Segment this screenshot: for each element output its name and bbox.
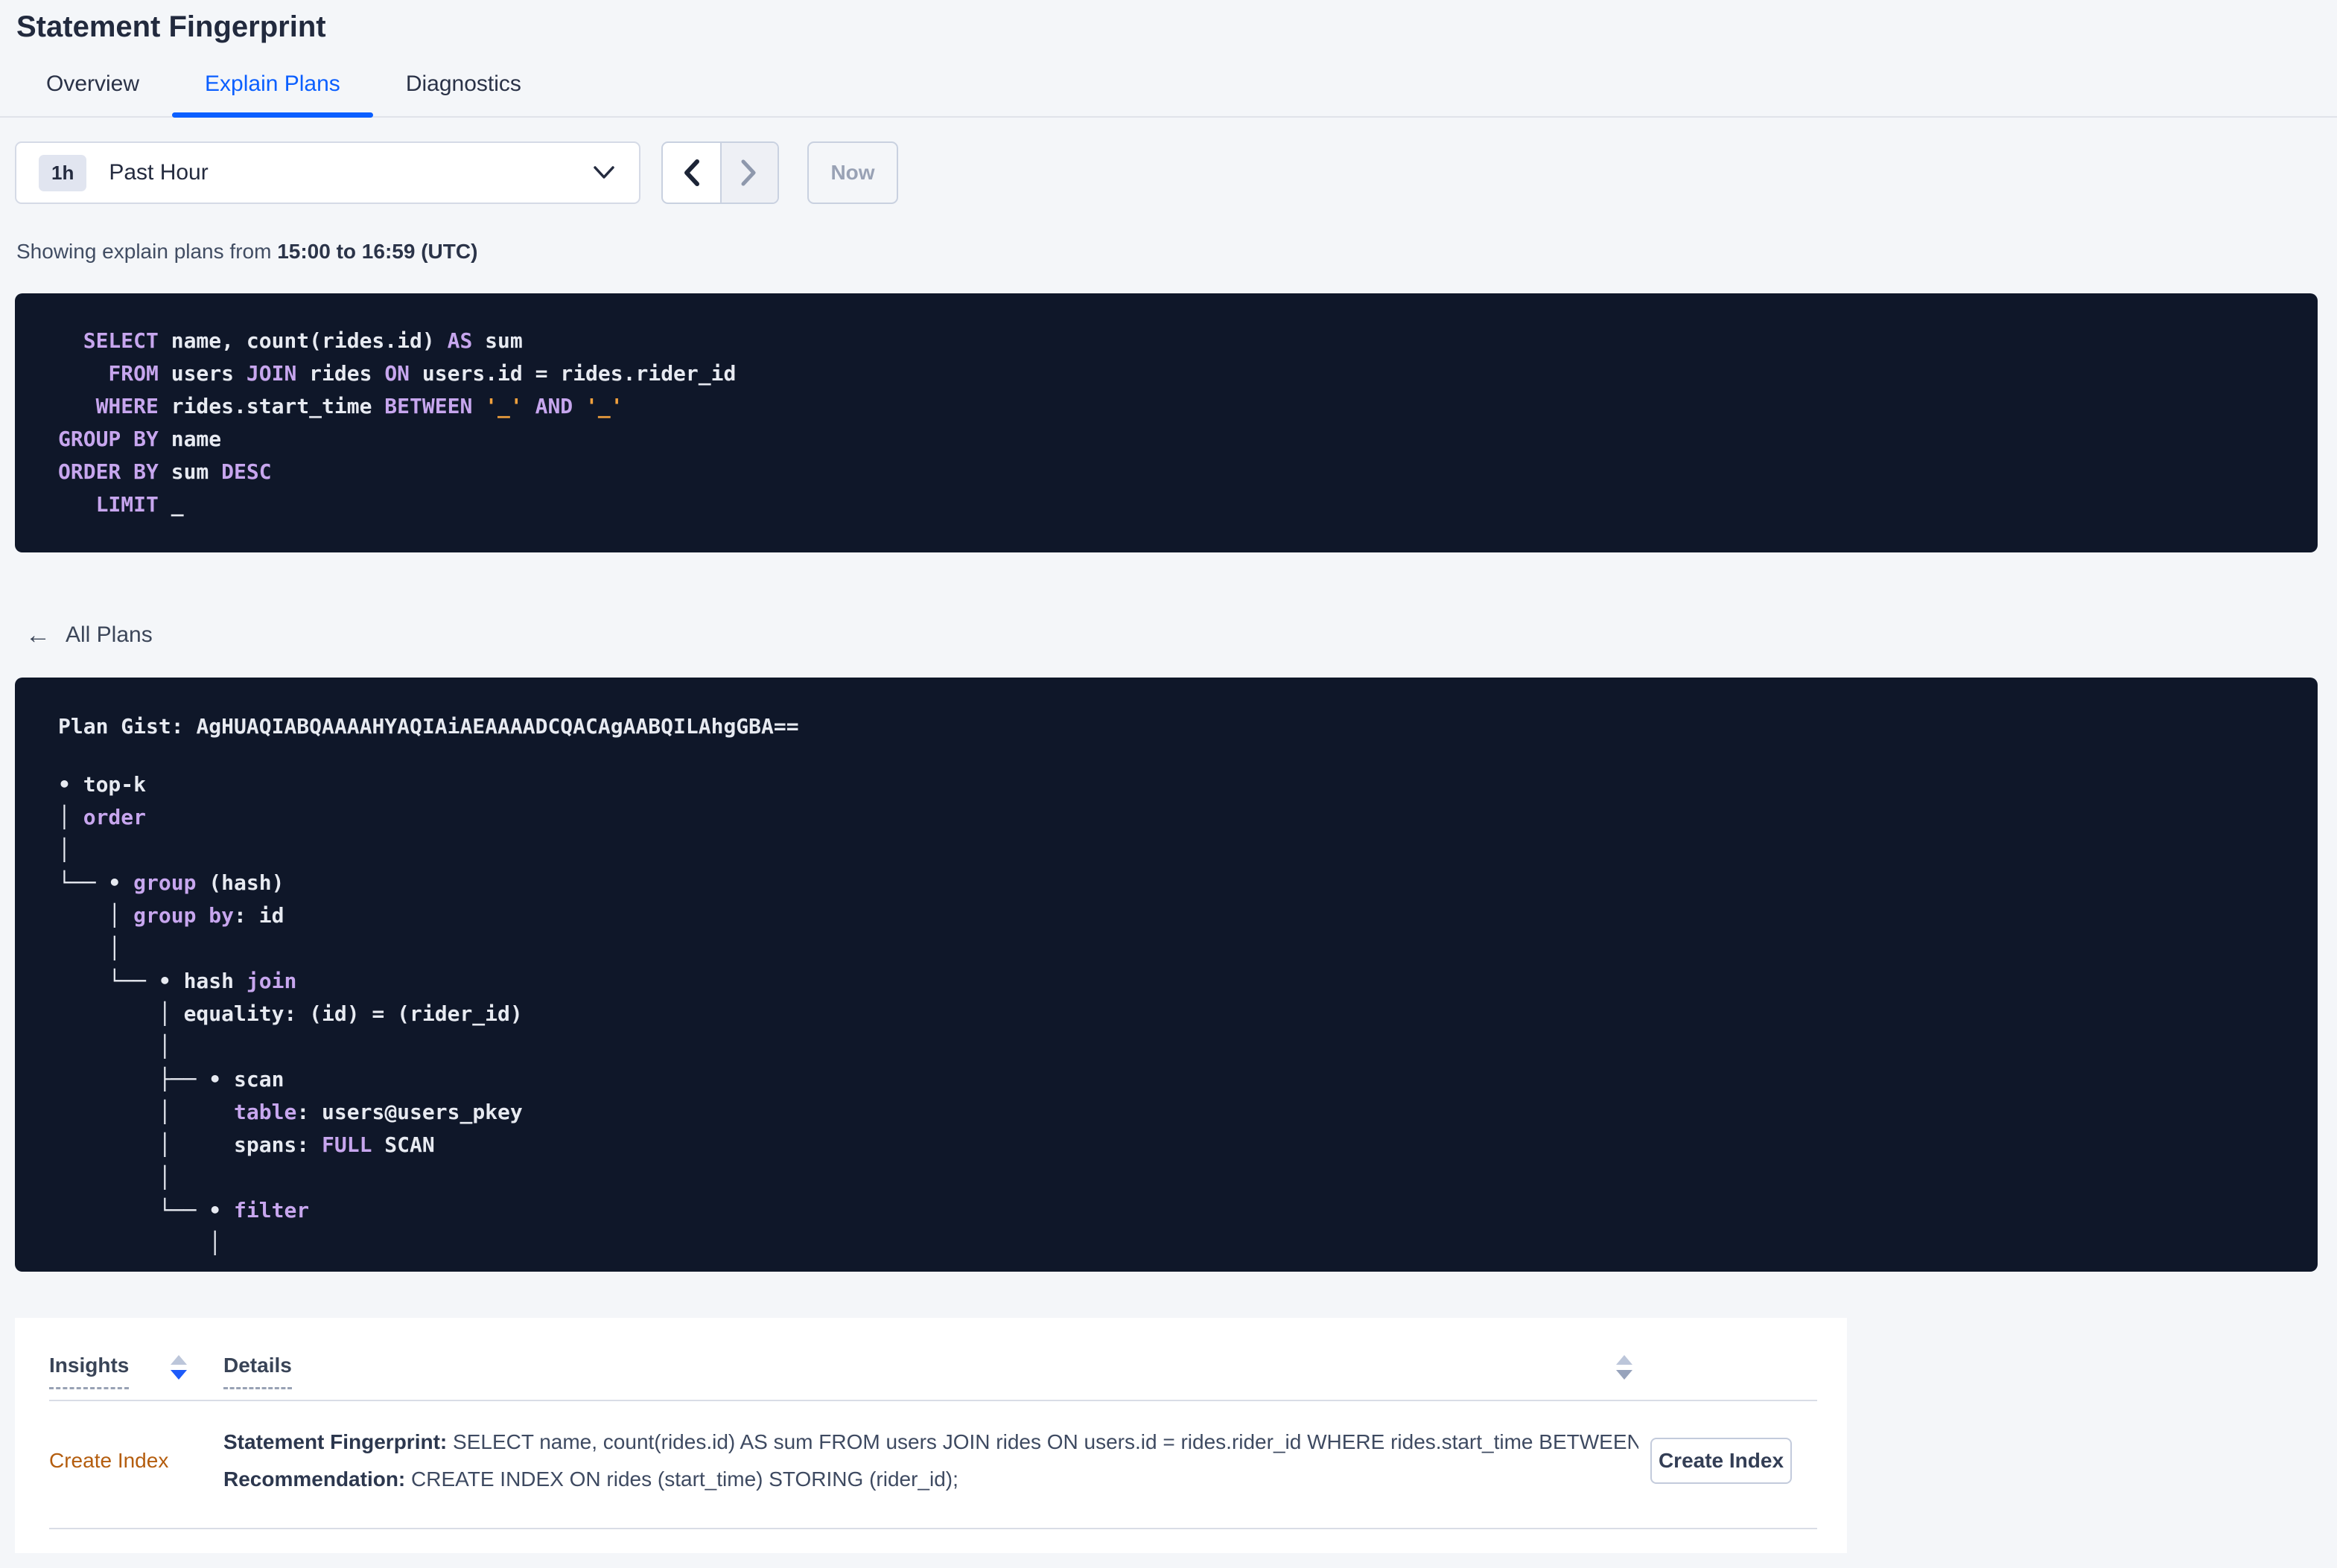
showing-range: 15:00 to 16:59 (UTC) (277, 240, 478, 263)
sort-down-caret (1616, 1370, 1632, 1380)
details-column-header[interactable]: Details (223, 1354, 292, 1389)
insights-sort-icon[interactable] (171, 1355, 188, 1380)
time-range-badge: 1h (39, 154, 87, 191)
page-title: Statement Fingerprint (16, 10, 326, 43)
table-row: Create Index Statement Fingerprint: SELE… (49, 1401, 1817, 1517)
plan-gist-block: Plan Gist: AgHUAQIABQAAAAHYAQIAiAEAAAADC… (15, 678, 2318, 1272)
plan-gist-label: Plan Gist: (58, 714, 197, 739)
tab-overview[interactable]: Overview (13, 55, 172, 116)
statement-fingerprint-label: Statement Fingerprint: (223, 1430, 448, 1453)
plan-gist-value: AgHUAQIABQAAAAHYAQIAiAEAAAADCQACAgAABQIL… (196, 714, 799, 739)
row-details: Statement Fingerprint: SELECT name, coun… (223, 1430, 1638, 1492)
time-controls: 1h Past Hour Now (15, 141, 2318, 204)
all-plans-back-link[interactable]: ← All Plans (25, 622, 153, 648)
insights-table-header: Insights Details (49, 1354, 1817, 1389)
insights-column-header[interactable]: Insights (49, 1354, 130, 1389)
showing-range-text: Showing explain plans from 15:00 to 16:5… (16, 240, 2337, 264)
statement-fingerprint-text: SELECT name, count(rides.id) AS sum FROM… (447, 1430, 1638, 1453)
next-interval-button[interactable] (719, 143, 778, 203)
sort-up-caret (1616, 1355, 1632, 1365)
details-header-cell: Details (223, 1354, 1817, 1389)
time-step-buttons (661, 141, 779, 204)
sort-down-caret (171, 1370, 188, 1380)
insights-header-cell: Insights (49, 1354, 223, 1389)
insights-table-card: Insights Details Create Index Statement … (15, 1318, 1847, 1553)
all-plans-label: All Plans (66, 622, 153, 647)
plan-gist-line: Plan Gist: AgHUAQIABQAAAAHYAQIAiAEAAAADC… (58, 710, 2288, 743)
chevron-down-icon (591, 165, 617, 181)
tab-diagnostics[interactable]: Diagnostics (373, 55, 554, 116)
plan-tree: • top-k │ order │ └── • group (hash) │ g… (58, 772, 523, 1255)
details-sort-icon[interactable] (1616, 1355, 1632, 1380)
showing-prefix: Showing explain plans from (16, 240, 278, 263)
row-divider (49, 1528, 1817, 1529)
sql-statement: SELECT name, count(rides.id) AS sum FROM… (58, 328, 737, 517)
time-range-select[interactable]: 1h Past Hour (15, 141, 640, 204)
recommendation-text: CREATE INDEX ON rides (start_time) STORI… (405, 1467, 958, 1491)
recommendation-detail: Recommendation: CREATE INDEX ON rides (s… (223, 1467, 1638, 1492)
now-button[interactable]: Now (807, 141, 898, 204)
recommendation-label: Recommendation: (223, 1467, 406, 1491)
sql-fingerprint-block: SELECT name, count(rides.id) AS sum FROM… (15, 293, 2318, 552)
previous-interval-button[interactable] (663, 143, 720, 203)
tab-bar: Overview Explain Plans Diagnostics (0, 55, 2337, 118)
time-range-label: Past Hour (109, 160, 209, 185)
create-index-button[interactable]: Create Index (1650, 1438, 1792, 1484)
tab-explain-plans[interactable]: Explain Plans (172, 55, 373, 118)
create-index-link[interactable]: Create Index (49, 1449, 223, 1473)
statement-fingerprint-page: Statement Fingerprint Overview Explain P… (0, 0, 2337, 1568)
statement-fingerprint-detail: Statement Fingerprint: SELECT name, coun… (223, 1430, 1638, 1455)
sort-up-caret (171, 1355, 188, 1365)
back-arrow-icon: ← (25, 621, 51, 649)
